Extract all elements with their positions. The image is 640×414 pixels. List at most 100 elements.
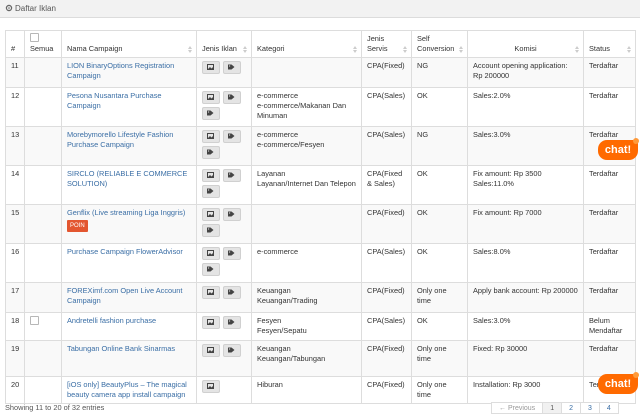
header-campaign[interactable]: Nama Campaign (61, 30, 197, 58)
header-ad-type[interactable]: Jenis Iklan (196, 30, 252, 58)
row-number: 18 (5, 312, 25, 341)
category-line: e-commerce (257, 247, 299, 256)
header-status[interactable]: Status (583, 30, 636, 58)
commission-line: Sales:3.0% (473, 130, 511, 139)
category-cell (251, 204, 362, 244)
ad-type-cell (196, 165, 252, 205)
row-select-cell (24, 376, 62, 404)
pagination-page-1[interactable]: 1 (542, 402, 563, 414)
tag-ad-icon[interactable] (202, 224, 220, 237)
image-ad-icon[interactable] (202, 130, 220, 143)
campaign-link[interactable]: FOREXimf.com Open Live Account Campaign (67, 286, 182, 305)
tag-ad-icon[interactable] (223, 61, 241, 74)
category-cell: Hiburan (251, 376, 362, 404)
campaign-cell: Morebymorello Lifestyle Fashion Purchase… (61, 126, 197, 166)
row-select-cell (24, 282, 62, 313)
image-ad-icon[interactable] (202, 247, 220, 260)
tag-ad-icon[interactable] (223, 208, 241, 221)
pagination-page-4[interactable]: 4 (598, 402, 619, 414)
chat-button[interactable]: chat! (598, 372, 639, 394)
service-type-cell: CPA(Sales) (361, 312, 412, 341)
category-cell (251, 57, 362, 88)
category-cell: e-commerce (251, 243, 362, 283)
image-ad-icon[interactable] (202, 380, 220, 393)
pagination-previous[interactable]: ← Previous (491, 402, 544, 414)
table-row: 12 Pesona Nusantara Purchase Campaign e-co… (5, 87, 636, 127)
ad-type-cell (196, 376, 252, 404)
header-no[interactable]: # (5, 30, 25, 58)
tag-ad-icon[interactable] (223, 130, 241, 143)
image-ad-icon[interactable] (202, 316, 220, 329)
self-conversion-cell: OK (411, 204, 468, 244)
pagination-page-3[interactable]: 3 (580, 402, 600, 414)
tag-ad-icon[interactable] (223, 316, 241, 329)
row-number: 14 (5, 165, 25, 205)
commission-cell: Sales:3.0% (467, 126, 584, 166)
self-conversion-cell: NG (411, 126, 468, 166)
image-ad-icon[interactable] (202, 344, 220, 357)
category-line: Fesyen/Sepatu (257, 326, 307, 335)
category-cell: e-commerce e-commerce/Makanan Dan Minuman (251, 87, 362, 127)
row-checkbox[interactable] (30, 316, 39, 325)
image-ad-icon[interactable] (202, 286, 220, 299)
tag-ad-icon[interactable] (202, 107, 220, 120)
chat-label: chat! (604, 144, 632, 156)
table-row: 18 Andretelli fashion purchase Fesyen Fesye… (5, 312, 636, 341)
image-ad-icon[interactable] (202, 61, 220, 74)
header-service-type[interactable]: Jenis Servis (361, 30, 412, 58)
sort-icon (627, 46, 631, 53)
image-ad-icon[interactable] (202, 208, 220, 221)
tag-ad-icon[interactable] (223, 344, 241, 357)
row-select-cell (24, 57, 62, 88)
select-all-checkbox[interactable] (30, 33, 39, 42)
header-status-label: Status (589, 44, 610, 53)
header-commission[interactable]: Komisi (467, 30, 584, 58)
ad-type-cell (196, 204, 252, 244)
header-category[interactable]: Kategori (251, 30, 362, 58)
image-ad-icon[interactable] (202, 91, 220, 104)
header-self-conversion[interactable]: Self Conversion (411, 30, 468, 58)
chat-label: chat! (604, 378, 632, 390)
category-line: e-commerce (257, 130, 299, 139)
category-line: e-commerce/Fesyen (257, 140, 325, 149)
category-cell: e-commerce e-commerce/Fesyen (251, 126, 362, 166)
campaign-link[interactable]: [iOS only] BeautyPlus – The magical beau… (67, 380, 187, 399)
self-conversion-cell: OK (411, 243, 468, 283)
chat-button[interactable]: chat! (598, 138, 639, 160)
tag-ad-icon[interactable] (223, 286, 241, 299)
service-type-cell: CPA(Fixed) (361, 376, 412, 404)
chat-badge-dot (633, 372, 639, 378)
campaign-link[interactable]: Andretelli fashion purchase (67, 316, 156, 325)
campaign-cell: FOREXimf.com Open Live Account Campaign (61, 282, 197, 313)
campaign-link[interactable]: SIRCLO (RELIABLE E COMMERCE SOLUTION) (67, 169, 187, 188)
campaign-link[interactable]: Purchase Campaign FlowerAdvisor (67, 247, 183, 256)
status-cell: Terdaftar (583, 87, 636, 127)
tag-ad-icon[interactable] (202, 185, 220, 198)
ad-type-cell (196, 282, 252, 313)
commission-cell: Account opening application: Rp 200000 (467, 57, 584, 88)
commission-line: Account opening application: Rp 200000 (473, 61, 568, 80)
tag-ad-icon[interactable] (223, 169, 241, 182)
tag-ad-icon[interactable] (223, 91, 241, 104)
gear-icon (5, 4, 13, 12)
campaign-cell: [iOS only] BeautyPlus – The magical beau… (61, 376, 197, 404)
ad-type-cell (196, 87, 252, 127)
commission-cell: Fixed: Rp 30000 (467, 340, 584, 377)
tag-ad-icon[interactable] (202, 146, 220, 159)
pagination-page-2[interactable]: 2 (561, 402, 581, 414)
status-cell: Terdaftar (583, 204, 636, 244)
campaign-link[interactable]: Morebymorello Lifestyle Fashion Purchase… (67, 130, 173, 149)
tag-ad-icon[interactable] (223, 247, 241, 260)
campaign-link[interactable]: LION BinaryOptions Registration Campaign (67, 61, 174, 80)
category-cell: Keuangan Keuangan/Trading (251, 282, 362, 313)
status-cell: Terdaftar (583, 57, 636, 88)
campaign-link[interactable]: Tabungan Online Bank Sinarmas (67, 344, 175, 353)
campaign-link[interactable]: Genflix (Live streaming Liga Inggris) (67, 208, 185, 217)
table-row: 17 FOREXimf.com Open Live Account Campaig… (5, 282, 636, 313)
select-all-label: Semua (30, 44, 54, 53)
campaign-link[interactable]: Pesona Nusantara Purchase Campaign (67, 91, 162, 110)
panel-title: Daftar Iklan (15, 4, 56, 13)
commission-line: Fix amount: Rp 3500 (473, 169, 542, 178)
tag-ad-icon[interactable] (202, 263, 220, 276)
image-ad-icon[interactable] (202, 169, 220, 182)
